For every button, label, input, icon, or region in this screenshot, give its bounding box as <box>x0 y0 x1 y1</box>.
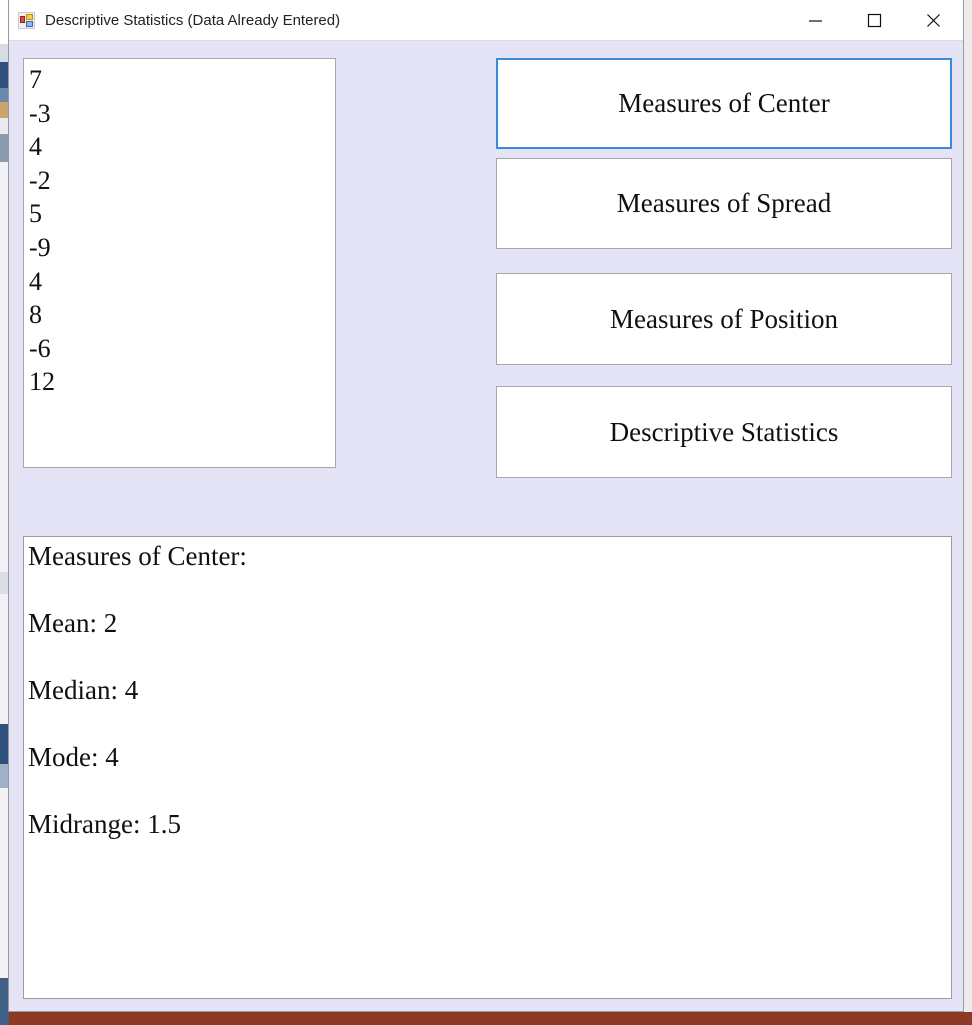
list-item[interactable]: 4 <box>29 130 335 164</box>
measures-of-position-button[interactable]: Measures of Position <box>496 273 952 365</box>
result-line: Midrange: 1.5 <box>28 809 181 839</box>
list-item[interactable]: -9 <box>29 231 335 265</box>
result-line: Measures of Center: <box>28 541 247 571</box>
descriptive-statistics-button[interactable]: Descriptive Statistics <box>496 386 952 478</box>
winforms-app-icon <box>18 11 35 29</box>
window-controls <box>786 0 963 41</box>
result-line: Mode: 4 <box>28 742 119 772</box>
title-bar[interactable]: Descriptive Statistics (Data Already Ent… <box>9 0 963 41</box>
list-item[interactable]: 4 <box>29 265 335 299</box>
result-line: Median: 4 <box>28 675 139 705</box>
close-icon[interactable] <box>904 0 963 41</box>
data-values-listbox[interactable]: 7 -3 4 -2 5 -9 4 8 -6 12 <box>23 58 336 468</box>
result-line <box>28 775 951 809</box>
list-item[interactable]: 7 <box>29 63 335 97</box>
background-window-right-sliver <box>963 0 972 1025</box>
result-line: Mean: 2 <box>28 608 118 638</box>
result-line <box>28 708 951 742</box>
list-item[interactable]: -2 <box>29 164 335 198</box>
list-item[interactable]: 12 <box>29 365 335 399</box>
desktop-bottom-band <box>0 1012 972 1025</box>
measures-of-spread-button[interactable]: Measures of Spread <box>496 158 952 249</box>
result-line <box>28 574 951 608</box>
list-item[interactable]: 8 <box>29 298 335 332</box>
measures-of-center-button[interactable]: Measures of Center <box>496 58 952 149</box>
window-title: Descriptive Statistics (Data Already Ent… <box>45 11 341 29</box>
desktop-background: Descriptive Statistics (Data Already Ent… <box>0 0 972 1025</box>
list-item[interactable]: -3 <box>29 97 335 131</box>
list-item[interactable]: -6 <box>29 332 335 366</box>
results-output[interactable]: Measures of Center: Mean: 2 Median: 4 Mo… <box>23 536 952 999</box>
result-line <box>28 641 951 675</box>
form-client-area: 7 -3 4 -2 5 -9 4 8 -6 12 Measures of Cen… <box>9 41 963 1011</box>
maximize-icon[interactable] <box>845 0 904 41</box>
list-item[interactable]: 5 <box>29 197 335 231</box>
minimize-icon[interactable] <box>786 0 845 41</box>
application-window: Descriptive Statistics (Data Already Ent… <box>8 0 964 1012</box>
